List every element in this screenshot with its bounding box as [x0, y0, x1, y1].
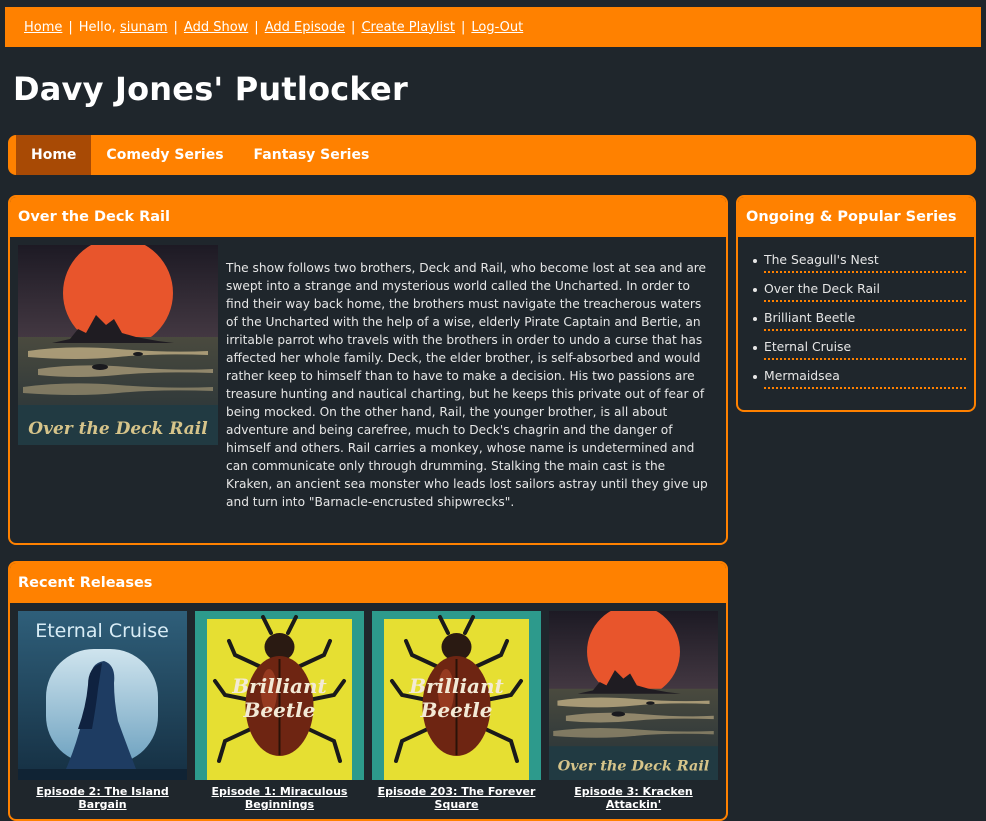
greeting-text: Hello, [78, 19, 116, 35]
release-thumbnail[interactable]: Brilliant Beetle [195, 611, 364, 780]
release-title-link[interactable]: Episode 2: The Island Bargain [18, 785, 187, 811]
release-title-link[interactable]: Episode 203: The Forever Square [372, 785, 541, 811]
thumbnail-title-text: Beetle [420, 698, 493, 722]
poster-title-text: Over the Deck Rail [28, 419, 208, 439]
series-item-label[interactable]: Over the Deck Rail [764, 281, 880, 296]
series-item-label[interactable]: Brilliant Beetle [764, 310, 855, 325]
release-thumbnail[interactable]: Over the Deck Rail [549, 611, 718, 780]
thumbnail-title-text: Brilliant [231, 674, 327, 698]
release-title-link[interactable]: Episode 1: Miraculous Beginnings [195, 785, 364, 811]
username-link[interactable]: siunam [120, 20, 168, 35]
release-list: Eternal Cruise Episode 2: The Island Bar… [10, 603, 726, 811]
add-episode-link[interactable]: Add Episode [265, 20, 345, 35]
ongoing-series-panel: Ongoing & Popular Series The Seagull's N… [736, 195, 976, 412]
series-item[interactable]: The Seagull's Nest [752, 249, 966, 278]
thumbnail-title-text: Over the Deck Rail [558, 759, 710, 775]
recent-releases-panel: Recent Releases Eternal Cruise Episode 2… [8, 561, 728, 821]
main-nav: Home Comedy Series Fantasy Series [8, 135, 976, 175]
recent-releases-title: Recent Releases [10, 563, 726, 603]
logout-link[interactable]: Log-Out [471, 20, 523, 35]
series-item[interactable]: Brilliant Beetle [752, 307, 966, 336]
show-panel: Over the Deck Rail Over the Deck Rail Th… [8, 195, 728, 545]
separator: | [351, 19, 356, 35]
nav-comedy-series[interactable]: Comedy Series [91, 135, 238, 175]
thumbnail-title-text: Eternal Cruise [35, 620, 169, 642]
release-card[interactable]: Brilliant Beetle Episode 1: Miraculous B… [195, 611, 364, 811]
separator: | [254, 19, 259, 35]
show-description: The show follows two brothers, Deck and … [226, 261, 708, 509]
release-card[interactable]: Eternal Cruise Episode 2: The Island Bar… [18, 611, 187, 811]
user-bar: Home | Hello, siunam | Add Show | Add Ep… [5, 7, 981, 47]
series-item[interactable]: Mermaidsea [752, 365, 966, 394]
series-item-label[interactable]: The Seagull's Nest [764, 252, 879, 267]
separator: | [173, 19, 178, 35]
release-card[interactable]: Over the Deck Rail Episode 3: Kracken At… [549, 611, 718, 811]
site-title: Davy Jones' Putlocker [13, 70, 408, 108]
show-poster: Over the Deck Rail [18, 238, 218, 445]
home-link[interactable]: Home [24, 20, 62, 35]
release-thumbnail[interactable]: Eternal Cruise [18, 611, 187, 780]
series-item-label[interactable]: Mermaidsea [764, 368, 840, 383]
nav-home[interactable]: Home [16, 135, 92, 175]
nav-fantasy-series[interactable]: Fantasy Series [239, 135, 385, 175]
show-title: Over the Deck Rail [10, 197, 726, 237]
release-thumbnail[interactable]: Brilliant Beetle [372, 611, 541, 780]
thumbnail-title-text: Brilliant [408, 674, 504, 698]
separator: | [68, 19, 73, 35]
series-item[interactable]: Eternal Cruise [752, 336, 966, 365]
series-item[interactable]: Over the Deck Rail [752, 278, 966, 307]
series-item-label[interactable]: Eternal Cruise [764, 339, 851, 354]
add-show-link[interactable]: Add Show [184, 20, 248, 35]
ongoing-series-title: Ongoing & Popular Series [738, 197, 974, 237]
release-card[interactable]: Brilliant Beetle Episode 203: The Foreve… [372, 611, 541, 811]
create-playlist-link[interactable]: Create Playlist [361, 20, 455, 35]
release-title-link[interactable]: Episode 3: Kracken Attackin' [549, 785, 718, 811]
thumbnail-title-text: Beetle [243, 698, 316, 722]
series-list: The Seagull's Nest Over the Deck Rail Br… [738, 237, 974, 394]
separator: | [460, 19, 466, 35]
